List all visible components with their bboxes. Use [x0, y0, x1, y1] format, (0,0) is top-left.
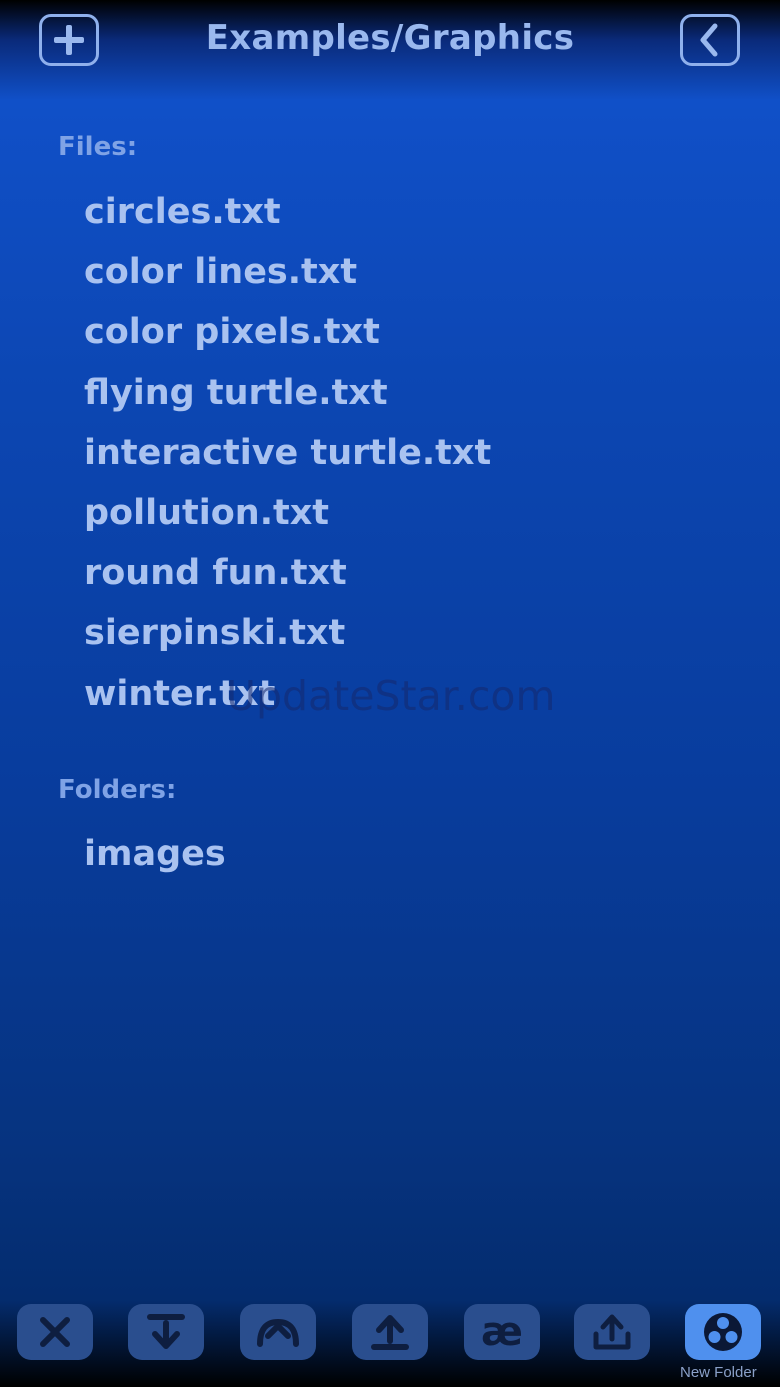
- file-item[interactable]: flying turtle.txt: [84, 363, 491, 423]
- file-item[interactable]: sierpinski.txt: [84, 603, 491, 663]
- file-item[interactable]: color lines.txt: [84, 242, 491, 302]
- share-button[interactable]: [574, 1304, 650, 1360]
- file-item[interactable]: circles.txt: [84, 182, 491, 242]
- bottom-toolbar: æ: [0, 1304, 780, 1364]
- watermark: UpdateStar.com: [226, 672, 556, 720]
- file-item[interactable]: interactive turtle.txt: [84, 423, 491, 483]
- folder-list: images: [84, 824, 226, 884]
- ae-ligature-icon: æ: [481, 1309, 523, 1355]
- file-item[interactable]: pollution.txt: [84, 483, 491, 543]
- ae-button[interactable]: æ: [464, 1304, 540, 1360]
- delete-button[interactable]: [17, 1304, 93, 1360]
- chevron-left-icon: [700, 23, 718, 57]
- folders-label: Folders:: [58, 775, 177, 805]
- file-item[interactable]: color pixels.txt: [84, 302, 491, 362]
- files-label: Files:: [58, 132, 138, 162]
- file-item[interactable]: round fun.txt: [84, 543, 491, 603]
- arch-button[interactable]: [240, 1304, 316, 1360]
- arch-icon: [257, 1318, 299, 1347]
- close-icon: [40, 1317, 70, 1347]
- back-button[interactable]: [680, 14, 740, 66]
- new-folder-icon: [704, 1313, 742, 1351]
- new-folder-caption: New Folder: [680, 1364, 757, 1381]
- folder-item[interactable]: images: [84, 824, 226, 884]
- new-folder-button[interactable]: [685, 1304, 761, 1360]
- download-button[interactable]: [128, 1304, 204, 1360]
- download-icon: [147, 1314, 185, 1349]
- upload-button[interactable]: [352, 1304, 428, 1360]
- share-icon: [593, 1314, 631, 1350]
- upload-icon: [371, 1315, 409, 1350]
- file-browser-screen: Examples/Graphics Files: circles.txt col…: [0, 0, 780, 1387]
- page-title: Examples/Graphics: [205, 18, 575, 58]
- file-list: circles.txt color lines.txt color pixels…: [84, 182, 491, 724]
